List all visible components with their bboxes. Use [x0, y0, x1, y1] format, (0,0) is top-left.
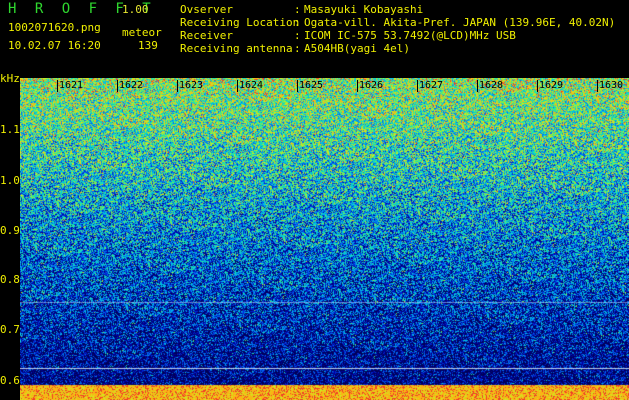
info-value-location: Ogata-vill. Akita-Pref. JAPAN (139.96E, …: [304, 16, 616, 29]
info-value-observer: Masayuki Kobayashi: [304, 3, 424, 16]
info-key-receiver: Receiver: [180, 29, 233, 42]
frequency-unit-label: kHz: [0, 72, 20, 85]
time-tick-mark: [297, 80, 298, 92]
info-colon: :: [294, 29, 301, 42]
time-tick-mark: [177, 80, 178, 92]
time-tick-label: 1630: [599, 80, 624, 91]
meteor-count: 139: [138, 39, 158, 52]
time-tick-label: 1623: [179, 80, 204, 91]
time-tick-label: 1627: [419, 80, 444, 91]
frequency-tick-label: 0.9: [0, 224, 20, 237]
frequency-tick-label: 0.6: [0, 374, 20, 387]
time-tick-mark: [477, 80, 478, 92]
time-tick-mark: [417, 80, 418, 92]
info-key-antenna: Receiving antenna: [180, 42, 293, 55]
frequency-tick-label: 0.8: [0, 273, 20, 286]
info-key-observer: Ovserver: [180, 3, 233, 16]
spectrogram-canvas: [20, 78, 629, 400]
time-tick-label: 1621: [59, 80, 84, 91]
time-tick-label: 1625: [299, 80, 324, 91]
time-tick-mark: [117, 80, 118, 92]
time-tick-mark: [57, 80, 58, 92]
frequency-tick-label: 1.0: [0, 174, 20, 187]
frequency-tick-label: 0.7: [0, 323, 20, 336]
file-name: 1002071620.png: [8, 21, 101, 34]
time-tick-label: 1628: [479, 80, 504, 91]
time-tick-mark: [237, 80, 238, 92]
info-value-antenna: A504HB(yagi 4el): [304, 42, 410, 55]
info-colon: :: [294, 16, 301, 29]
time-tick-label: 1626: [359, 80, 384, 91]
time-tick-mark: [357, 80, 358, 92]
app-version: 1.00: [122, 3, 149, 16]
frequency-tick-label: 1.1: [0, 123, 20, 136]
time-tick-mark: [597, 80, 598, 92]
time-tick-mark: [537, 80, 538, 92]
info-key-location: Receiving Location: [180, 16, 300, 29]
info-value-receiver: ICOM IC-575 53.7492(@LCD)MHz USB: [304, 29, 516, 42]
mode-label: meteor: [122, 26, 162, 39]
timestamp: 10.02.07 16:20: [8, 39, 101, 52]
header-panel: H R O F F T 1.00 1002071620.png 10.02.07…: [0, 0, 629, 78]
info-colon: :: [294, 42, 301, 55]
time-tick-label: 1622: [119, 80, 144, 91]
time-tick-label: 1624: [239, 80, 264, 91]
info-colon: :: [294, 3, 301, 16]
time-tick-label: 1629: [539, 80, 564, 91]
